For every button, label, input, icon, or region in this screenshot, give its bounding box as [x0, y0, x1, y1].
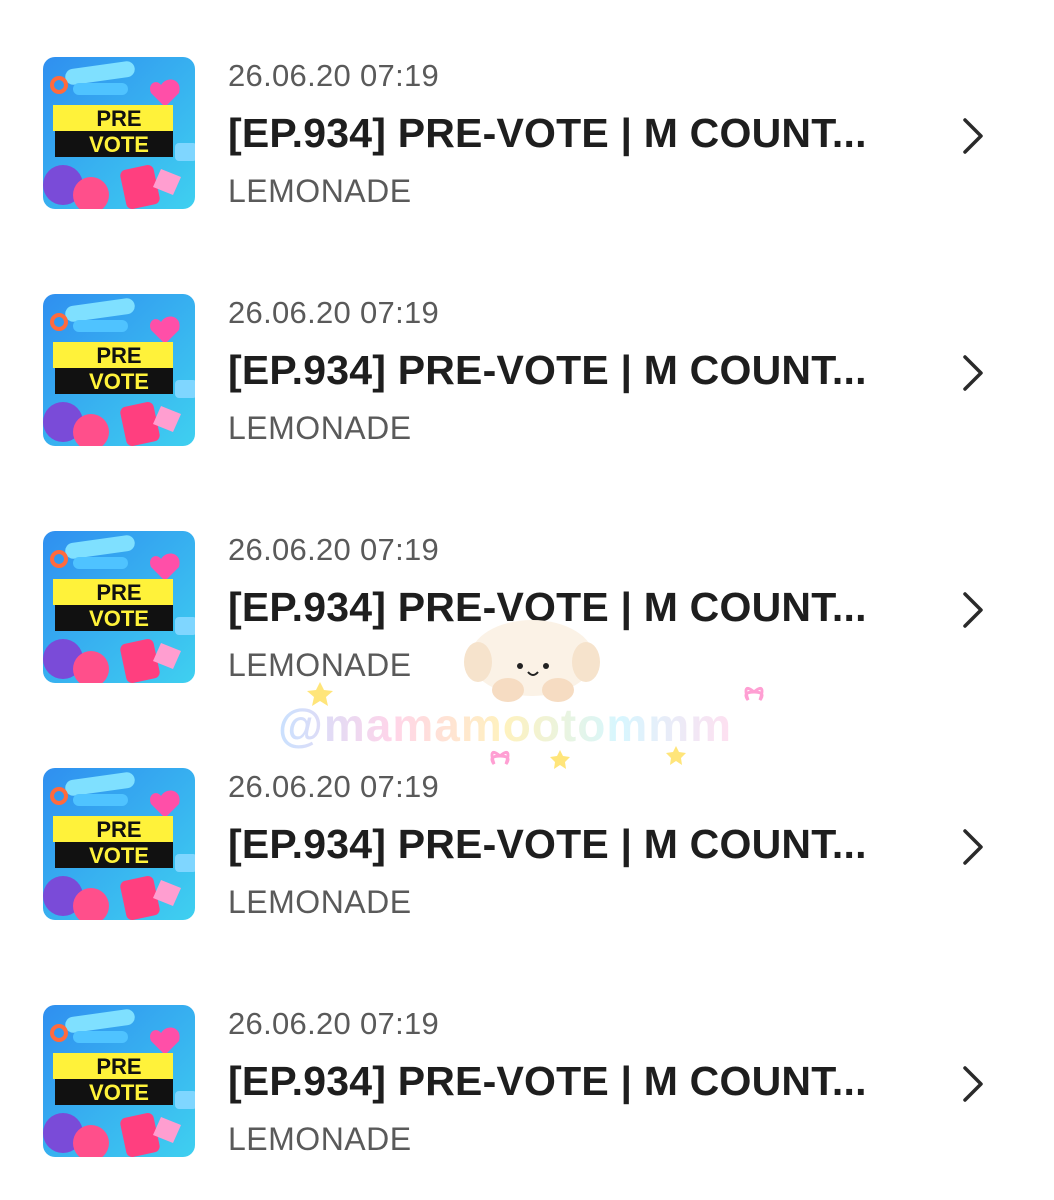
thumb-label-pre: PRE — [96, 817, 141, 842]
artist-name: LEMONADE — [228, 410, 412, 446]
thumb-label-vote: VOTE — [89, 1080, 149, 1105]
thumb-label-pre: PRE — [96, 343, 141, 368]
vote-title: [EP.934] PRE-VOTE | M COUNT... — [228, 110, 867, 156]
vote-title: [EP.934] PRE-VOTE | M COUNT... — [228, 584, 867, 630]
vote-history-list: PRE VOTE 26.06.20 07:19 [EP.934] PRE-VOT… — [0, 0, 1054, 1200]
vote-title: [EP.934] PRE-VOTE | M COUNT... — [228, 347, 867, 393]
pre-vote-thumbnail: PRE VOTE — [43, 768, 195, 920]
chevron-right-icon[interactable] — [955, 1064, 991, 1104]
artist-name: LEMONADE — [228, 1121, 412, 1157]
thumb-label-vote: VOTE — [89, 606, 149, 631]
chevron-right-icon[interactable] — [955, 590, 991, 630]
thumb-label-vote: VOTE — [89, 132, 149, 157]
chevron-right-icon[interactable] — [955, 827, 991, 867]
pre-vote-thumbnail: PRE VOTE — [43, 57, 195, 209]
pre-vote-thumbnail: PRE VOTE — [43, 531, 195, 683]
vote-date: 26.06.20 07:19 — [228, 295, 440, 330]
thumb-label-pre: PRE — [96, 580, 141, 605]
artist-name: LEMONADE — [228, 173, 412, 209]
vote-title: [EP.934] PRE-VOTE | M COUNT... — [228, 821, 867, 867]
list-item[interactable]: PRE VOTE 26.06.20 07:19 [EP.934] PRE-VOT… — [0, 713, 1054, 920]
artist-name: LEMONADE — [228, 884, 412, 920]
vote-title: [EP.934] PRE-VOTE | M COUNT... — [228, 1058, 867, 1104]
thumb-label-vote: VOTE — [89, 843, 149, 868]
pre-vote-thumbnail: PRE VOTE — [43, 1005, 195, 1157]
pre-vote-image: PRE VOTE — [43, 531, 195, 683]
vote-date: 26.06.20 07:19 — [228, 532, 440, 567]
pre-vote-image: PRE VOTE — [43, 1005, 195, 1157]
list-item[interactable]: PRE VOTE 26.06.20 07:19 [EP.934] PRE-VOT… — [0, 2, 1054, 209]
thumb-label-vote: VOTE — [89, 369, 149, 394]
thumb-label-pre: PRE — [96, 106, 141, 131]
chevron-right-icon[interactable] — [955, 353, 991, 393]
thumb-label-pre: PRE — [96, 1054, 141, 1079]
chevron-right-icon[interactable] — [955, 116, 991, 156]
list-item[interactable]: PRE VOTE 26.06.20 07:19 [EP.934] PRE-VOT… — [0, 476, 1054, 683]
pre-vote-image: PRE VOTE — [43, 57, 195, 209]
pre-vote-thumbnail: PRE VOTE — [43, 294, 195, 446]
list-item[interactable]: PRE VOTE 26.06.20 07:19 [EP.934] PRE-VOT… — [0, 239, 1054, 446]
vote-date: 26.06.20 07:19 — [228, 58, 440, 93]
artist-name: LEMONADE — [228, 647, 412, 683]
pre-vote-image: PRE VOTE — [43, 294, 195, 446]
vote-date: 26.06.20 07:19 — [228, 769, 440, 804]
list-item[interactable]: PRE VOTE 26.06.20 07:19 [EP.934] PRE-VOT… — [0, 950, 1054, 1157]
pre-vote-image: PRE VOTE — [43, 768, 195, 920]
vote-date: 26.06.20 07:19 — [228, 1006, 440, 1041]
